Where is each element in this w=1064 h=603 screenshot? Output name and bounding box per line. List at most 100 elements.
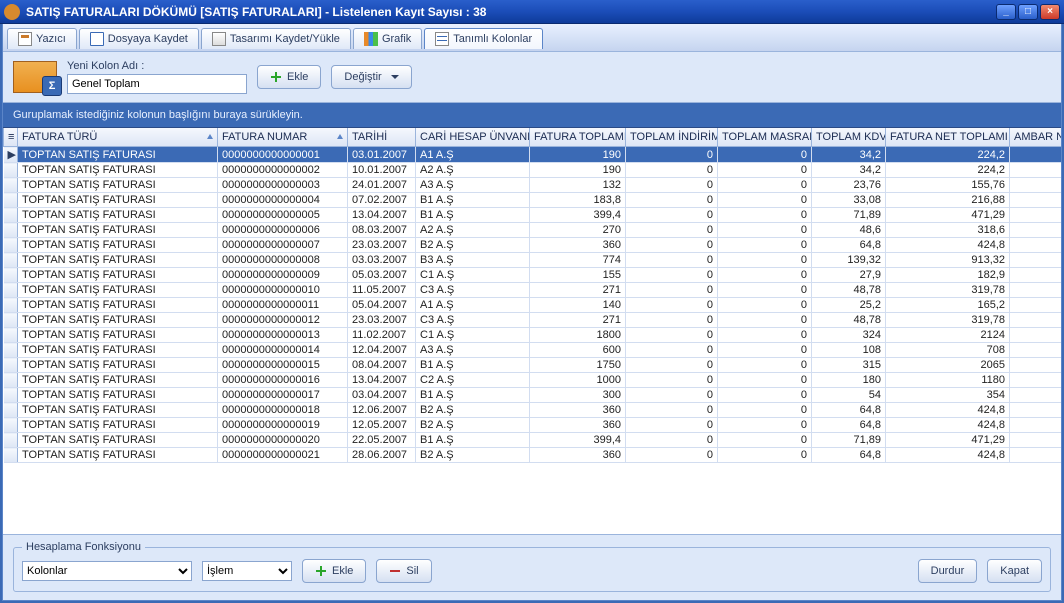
table-row[interactable]: TOPTAN SATIŞ FATURASI000000000000000803.… bbox=[4, 253, 1062, 268]
cell-cust[interactable]: A1 A.Ş bbox=[416, 298, 530, 313]
change-column-button[interactable]: Değiştir bbox=[331, 65, 411, 89]
cell-type[interactable]: TOPTAN SATIŞ FATURASI bbox=[18, 208, 218, 223]
cell-no[interactable]: 0000000000000003 bbox=[218, 178, 348, 193]
cell-cust[interactable]: A3 A.Ş bbox=[416, 343, 530, 358]
cell-date[interactable]: 13.04.2007 bbox=[348, 373, 416, 388]
cell-kdv[interactable]: 180 bbox=[812, 373, 886, 388]
cell-net[interactable]: 471,29 bbox=[886, 208, 1010, 223]
column-header[interactable]: FATURA TOPLAMI bbox=[530, 128, 626, 147]
table-row[interactable]: TOPTAN SATIŞ FATURASI000000000000002022.… bbox=[4, 433, 1062, 448]
cell-disc[interactable]: 0 bbox=[626, 388, 718, 403]
cell-kdv[interactable]: 64,8 bbox=[812, 448, 886, 463]
table-row[interactable]: TOPTAN SATIŞ FATURASI000000000000001223.… bbox=[4, 313, 1062, 328]
cell-cust[interactable]: B2 A.Ş bbox=[416, 403, 530, 418]
cell-kdv[interactable]: 64,8 bbox=[812, 238, 886, 253]
cell-date[interactable]: 12.04.2007 bbox=[348, 343, 416, 358]
table-row[interactable]: TOPTAN SATIŞ FATURASI000000000000001011.… bbox=[4, 283, 1062, 298]
cell-type[interactable]: TOPTAN SATIŞ FATURASI bbox=[18, 313, 218, 328]
close-button[interactable]: Kapat bbox=[987, 559, 1042, 583]
row-selector-header[interactable]: ≡ bbox=[4, 128, 18, 147]
cell-type[interactable]: TOPTAN SATIŞ FATURASI bbox=[18, 147, 218, 163]
cell-date[interactable]: 12.05.2007 bbox=[348, 418, 416, 433]
cell-kdv[interactable]: 48,6 bbox=[812, 223, 886, 238]
cell-disc[interactable]: 0 bbox=[626, 418, 718, 433]
cell-net[interactable]: 913,32 bbox=[886, 253, 1010, 268]
cell-exp[interactable]: 0 bbox=[718, 283, 812, 298]
cell-total[interactable]: 132 bbox=[530, 178, 626, 193]
row-indicator[interactable] bbox=[4, 178, 18, 193]
cell-no[interactable]: 0000000000000009 bbox=[218, 268, 348, 283]
cell-date[interactable]: 07.02.2007 bbox=[348, 193, 416, 208]
cell-kdv[interactable]: 139,32 bbox=[812, 253, 886, 268]
cell-exp[interactable]: 0 bbox=[718, 433, 812, 448]
cell-net[interactable]: 424,8 bbox=[886, 238, 1010, 253]
stop-button[interactable]: Durdur bbox=[918, 559, 978, 583]
cell-date[interactable]: 03.03.2007 bbox=[348, 253, 416, 268]
cell-type[interactable]: TOPTAN SATIŞ FATURASI bbox=[18, 238, 218, 253]
cell-no[interactable]: 0000000000000016 bbox=[218, 373, 348, 388]
row-indicator[interactable] bbox=[4, 238, 18, 253]
columns-select[interactable]: Kolonlar bbox=[22, 561, 192, 581]
cell-date[interactable]: 22.05.2007 bbox=[348, 433, 416, 448]
cell-total[interactable]: 774 bbox=[530, 253, 626, 268]
column-header[interactable]: FATURA NUMAR bbox=[218, 128, 348, 147]
cell-net[interactable]: 471,29 bbox=[886, 433, 1010, 448]
maximize-button[interactable]: □ bbox=[1018, 4, 1038, 20]
cell-type[interactable]: TOPTAN SATIŞ FATURASI bbox=[18, 268, 218, 283]
cell-cust[interactable]: C3 A.Ş bbox=[416, 313, 530, 328]
column-header[interactable]: CARİ HESAP ÜNVANI bbox=[416, 128, 530, 147]
cell-kdv[interactable]: 54 bbox=[812, 388, 886, 403]
cell-cust[interactable]: C2 A.Ş bbox=[416, 373, 530, 388]
cell-net[interactable]: 424,8 bbox=[886, 403, 1010, 418]
cell-net[interactable]: 424,8 bbox=[886, 448, 1010, 463]
cell-no[interactable]: 0000000000000014 bbox=[218, 343, 348, 358]
table-row[interactable]: TOPTAN SATIŞ FATURASI000000000000002128.… bbox=[4, 448, 1062, 463]
cell-date[interactable]: 24.01.2007 bbox=[348, 178, 416, 193]
cell-no[interactable]: 0000000000000008 bbox=[218, 253, 348, 268]
cell-net[interactable]: 319,78 bbox=[886, 313, 1010, 328]
cell-exp[interactable]: 0 bbox=[718, 418, 812, 433]
cell-cust[interactable]: C1 A.Ş bbox=[416, 268, 530, 283]
row-indicator[interactable] bbox=[4, 418, 18, 433]
cell-kdv[interactable]: 64,8 bbox=[812, 418, 886, 433]
cell-cust[interactable]: C3 A.Ş bbox=[416, 283, 530, 298]
row-indicator[interactable] bbox=[4, 343, 18, 358]
cell-cust[interactable]: B3 A.Ş bbox=[416, 253, 530, 268]
cell-net[interactable]: 354 bbox=[886, 388, 1010, 403]
cell-depot[interactable]: 1 bbox=[1010, 163, 1062, 178]
cell-net[interactable]: 216,88 bbox=[886, 193, 1010, 208]
cell-date[interactable]: 05.03.2007 bbox=[348, 268, 416, 283]
cell-cust[interactable]: B1 A.Ş bbox=[416, 358, 530, 373]
table-row[interactable]: TOPTAN SATIŞ FATURASI000000000000001812.… bbox=[4, 403, 1062, 418]
cell-net[interactable]: 318,6 bbox=[886, 223, 1010, 238]
cell-net[interactable]: 2124 bbox=[886, 328, 1010, 343]
cell-exp[interactable]: 0 bbox=[718, 147, 812, 163]
cell-disc[interactable]: 0 bbox=[626, 313, 718, 328]
cell-no[interactable]: 0000000000000002 bbox=[218, 163, 348, 178]
row-indicator[interactable] bbox=[4, 163, 18, 178]
cell-disc[interactable]: 0 bbox=[626, 373, 718, 388]
cell-date[interactable]: 11.02.2007 bbox=[348, 328, 416, 343]
cell-depot[interactable]: 1 bbox=[1010, 433, 1062, 448]
cell-date[interactable]: 12.06.2007 bbox=[348, 403, 416, 418]
cell-total[interactable]: 360 bbox=[530, 448, 626, 463]
cell-total[interactable]: 360 bbox=[530, 238, 626, 253]
cell-kdv[interactable]: 23,76 bbox=[812, 178, 886, 193]
cell-kdv[interactable]: 34,2 bbox=[812, 147, 886, 163]
cell-no[interactable]: 0000000000000007 bbox=[218, 238, 348, 253]
cell-kdv[interactable]: 324 bbox=[812, 328, 886, 343]
row-indicator[interactable] bbox=[4, 313, 18, 328]
table-row[interactable]: TOPTAN SATIŞ FATURASI000000000000001311.… bbox=[4, 328, 1062, 343]
cell-depot[interactable]: 1 bbox=[1010, 313, 1062, 328]
cell-disc[interactable]: 0 bbox=[626, 298, 718, 313]
cell-cust[interactable]: B2 A.Ş bbox=[416, 448, 530, 463]
cell-no[interactable]: 0000000000000010 bbox=[218, 283, 348, 298]
cell-net[interactable]: 708 bbox=[886, 343, 1010, 358]
table-row[interactable]: TOPTAN SATIŞ FATURASI000000000000001412.… bbox=[4, 343, 1062, 358]
cell-no[interactable]: 0000000000000021 bbox=[218, 448, 348, 463]
cell-kdv[interactable]: 34,2 bbox=[812, 163, 886, 178]
table-row[interactable]: TOPTAN SATIŞ FATURASI000000000000001912.… bbox=[4, 418, 1062, 433]
cell-type[interactable]: TOPTAN SATIŞ FATURASI bbox=[18, 223, 218, 238]
cell-no[interactable]: 0000000000000015 bbox=[218, 358, 348, 373]
cell-disc[interactable]: 0 bbox=[626, 163, 718, 178]
